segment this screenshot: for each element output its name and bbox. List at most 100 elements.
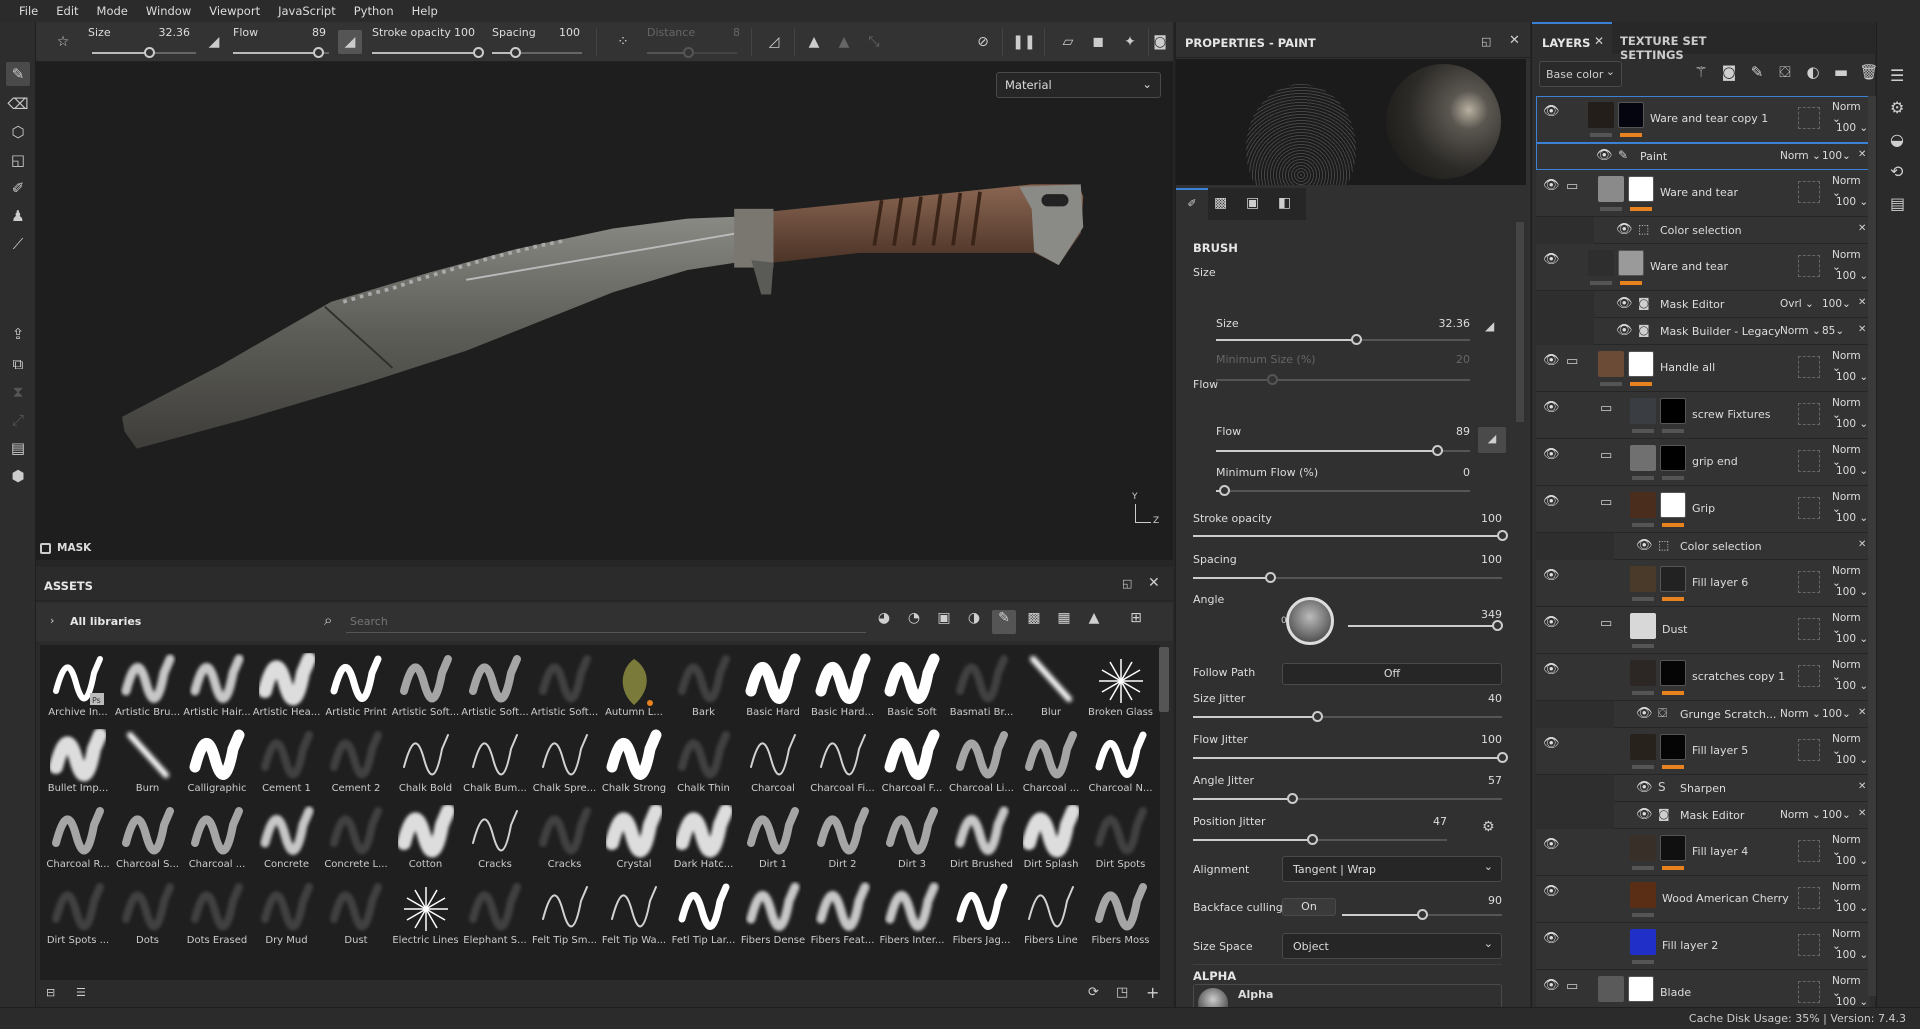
- slider-value[interactable]: 32.36: [1410, 317, 1471, 330]
- brush-item[interactable]: Chalk Bum...: [461, 725, 529, 801]
- flow-pressure-icon[interactable]: ◢: [1478, 427, 1506, 453]
- spacing-value[interactable]: 100: [546, 26, 580, 39]
- filter-alpha-icon[interactable]: ▩: [1022, 610, 1046, 634]
- brush-item[interactable]: Charcoal: [739, 725, 807, 801]
- remove-effect-close-icon[interactable]: ✕: [1858, 324, 1866, 335]
- opacity-dropdown[interactable]: 100 ⌄: [1836, 902, 1868, 914]
- layer-effect-row[interactable]: 👁 S Sharpen ✕: [1614, 775, 1870, 802]
- tab-brush-icon[interactable]: ✐: [1176, 188, 1208, 220]
- brush-item[interactable]: Broken Glass: [1087, 649, 1155, 725]
- geometry-mask-placeholder[interactable]: [1798, 739, 1820, 761]
- layer-row[interactable]: 👁 Fill layer 6 Norm ⌄ 100 ⌄: [1536, 560, 1870, 607]
- slider-track[interactable]: [1193, 530, 1508, 541]
- effect-name[interactable]: Mask Editor: [1680, 809, 1744, 822]
- visibility-eye-icon[interactable]: 👁: [1636, 707, 1653, 720]
- properties-scrollbar[interactable]: [1516, 222, 1524, 422]
- layer-name[interactable]: screw Fixtures: [1692, 408, 1770, 421]
- flow-pressure-icon[interactable]: ◢: [338, 30, 362, 54]
- grid-view-icon[interactable]: ⊞: [1124, 610, 1148, 634]
- layer-row[interactable]: 👁 ▭ grip end Norm ⌄ 100 ⌄: [1536, 439, 1870, 486]
- slider-value[interactable]: 100: [1442, 553, 1502, 566]
- brush-item[interactable]: Chalk Thin: [670, 725, 738, 801]
- slider-track[interactable]: [1216, 485, 1470, 496]
- brush-item[interactable]: Dots: [114, 877, 182, 953]
- slider-track[interactable]: [1193, 834, 1447, 845]
- brush-item[interactable]: Fibers Jag...: [948, 877, 1016, 953]
- brush-item[interactable]: Electric Lines: [392, 877, 460, 953]
- filter-texture-icon[interactable]: ▦: [1052, 610, 1076, 634]
- layer-row[interactable]: 👁 Ware and tear Norm ⌄ 100 ⌄: [1536, 244, 1870, 291]
- library-selector[interactable]: All libraries: [70, 615, 141, 628]
- size-value[interactable]: 32.36: [146, 26, 191, 39]
- layer-name[interactable]: Fill layer 4: [1692, 845, 1748, 858]
- layer-name[interactable]: grip end: [1692, 455, 1738, 468]
- layer-row[interactable]: 👁 Fill layer 2 Norm ⌄ 100 ⌄: [1536, 923, 1870, 970]
- brush-item[interactable]: Artistic Hea...: [253, 649, 321, 725]
- visibility-eye-icon[interactable]: 👁: [1543, 569, 1560, 582]
- flow-value[interactable]: 89: [286, 26, 326, 39]
- brush-item[interactable]: Chalk Spre...: [531, 725, 599, 801]
- layers-dock-icon[interactable]: ☰: [1890, 66, 1904, 85]
- color-picker-icon[interactable]: ⟋: [6, 232, 30, 256]
- layer-row[interactable]: 👁 ▭ Grip Norm ⌄ 100 ⌄: [1536, 486, 1870, 533]
- opacity-dropdown[interactable]: 100 ⌄: [1836, 122, 1868, 134]
- slider-track[interactable]: [1216, 445, 1470, 456]
- display-cube-icon[interactable]: ◼: [1086, 30, 1110, 54]
- slider-value[interactable]: 349: [1442, 608, 1502, 621]
- layer-row[interactable]: 👁 ▭ Handle all Norm ⌄ 100 ⌄: [1536, 345, 1870, 392]
- layer-effect-row[interactable]: 👁 ◙ Mask Editor Norm ⌄ 100⌄ ✕: [1614, 802, 1870, 829]
- history-icon[interactable]: ⟲: [1890, 162, 1903, 181]
- slider-track[interactable]: [1193, 711, 1502, 722]
- brush-item[interactable]: Basic Soft: [878, 649, 946, 725]
- slider-knob[interactable]: [1492, 620, 1504, 631]
- slider-value[interactable]: 20: [1410, 353, 1470, 366]
- layers-scrollbar[interactable]: [1868, 96, 1876, 996]
- brush-item[interactable]: Cement 1: [253, 725, 321, 801]
- layer-name[interactable]: Grip: [1692, 502, 1715, 515]
- blend-mode-dropdown[interactable]: Norm ⌄: [1780, 809, 1821, 821]
- refresh-icon[interactable]: ⟳: [1088, 985, 1099, 1000]
- geometry-mask-placeholder[interactable]: [1798, 497, 1820, 519]
- opacity-dropdown[interactable]: 85⌄: [1822, 325, 1844, 337]
- viewport-material-dropdown[interactable]: Material ⌄: [996, 72, 1161, 98]
- visibility-eye-icon[interactable]: 👁: [1543, 448, 1560, 461]
- transform-icon[interactable]: ⤡: [862, 30, 886, 54]
- opacity-dropdown[interactable]: 100 ⌄: [1836, 465, 1868, 477]
- opacity-dropdown[interactable]: 100 ⌄: [1836, 855, 1868, 867]
- jitter-settings-gear-icon[interactable]: ⚙: [1482, 819, 1495, 835]
- layer-row[interactable]: 👁 Fill layer 5 Norm ⌄ 100 ⌄: [1536, 728, 1870, 775]
- blend-mode-dropdown[interactable]: Norm ⌄: [1780, 150, 1821, 162]
- slider-value[interactable]: 47: [1387, 815, 1447, 828]
- opacity-dropdown[interactable]: 100 ⌄: [1836, 512, 1868, 524]
- spacing-slider[interactable]: [492, 47, 582, 58]
- brush-item[interactable]: Dark Hatc...: [670, 801, 738, 877]
- layer-row[interactable]: 👁 ▭ Blade Norm ⌄ 100 ⌄: [1536, 970, 1870, 1007]
- opacity-dropdown[interactable]: 100⌄: [1822, 298, 1851, 310]
- paint-brush-tool-icon[interactable]: ✎: [6, 62, 30, 86]
- new-window-icon[interactable]: ◳: [1116, 985, 1128, 1000]
- brush-item[interactable]: Felt Tip Wa...: [600, 877, 668, 953]
- symmetry-settings-icon[interactable]: ▲: [832, 30, 856, 54]
- backface-culling-toggle[interactable]: On: [1282, 898, 1336, 916]
- layer-row[interactable]: 👁 ▭ screw Fixtures Norm ⌄ 100 ⌄: [1536, 392, 1870, 439]
- slider-value[interactable]: 57: [1442, 774, 1502, 787]
- symmetry-icon[interactable]: ▲: [802, 30, 826, 54]
- filter-smart-material-icon[interactable]: ◕: [872, 610, 896, 634]
- stroke-curve-icon[interactable]: ◿: [762, 30, 786, 54]
- layer-name[interactable]: Wood American Cherry: [1662, 892, 1789, 905]
- remove-effect-close-icon[interactable]: ✕: [1858, 539, 1866, 550]
- folder-icon[interactable]: ▭: [1600, 495, 1612, 510]
- brush-item[interactable]: Basic Hard...: [809, 649, 877, 725]
- slider-knob[interactable]: [1417, 909, 1428, 920]
- folder-icon[interactable]: ▭: [1600, 401, 1612, 416]
- brush-item[interactable]: Charcoal N...: [1087, 725, 1155, 801]
- add-folder-icon[interactable]: ▬: [1830, 63, 1852, 81]
- filter-mask-icon[interactable]: ▣: [932, 610, 956, 634]
- projection-tool-icon[interactable]: ⬡: [6, 120, 30, 144]
- effect-name[interactable]: Color selection: [1660, 224, 1742, 237]
- layer-effect-row[interactable]: 👁 ◙ Mask Builder - Legacy Norm ⌄ 85⌄ ✕: [1594, 318, 1870, 345]
- brush-item[interactable]: Charcoal S...: [114, 801, 182, 877]
- folder-icon[interactable]: ▭: [1566, 179, 1578, 194]
- brush-item[interactable]: Crystal: [600, 801, 668, 877]
- brush-item[interactable]: Bark: [670, 649, 738, 725]
